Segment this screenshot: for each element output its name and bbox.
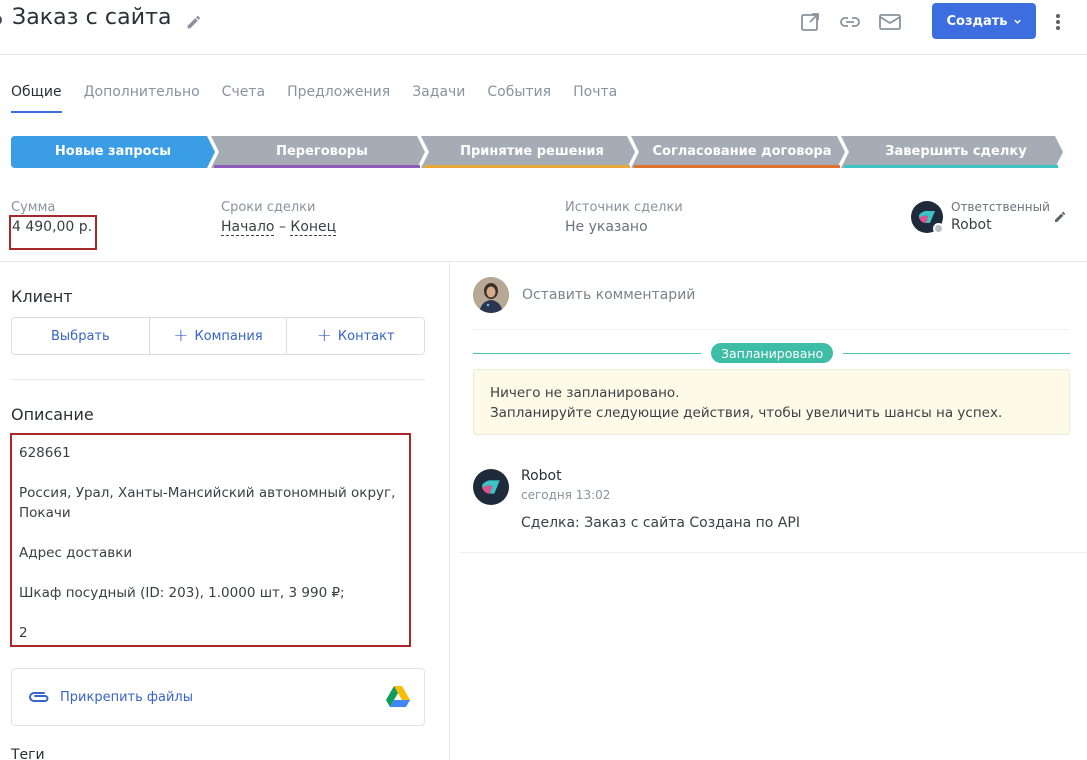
source-label: Источник сделки [565,200,683,215]
edit-owner-icon[interactable] [1052,207,1070,225]
description-line: Россия, Урал, Ханты-Мансийский автономны… [19,485,396,501]
column-divider [449,262,450,760]
description-title: Описание [11,405,94,424]
description-line: Покачи [19,505,71,521]
create-button[interactable]: Создать [932,3,1036,39]
stage-close-deal-accent [844,165,1058,168]
client-divider [11,379,425,380]
description-blank-line [19,563,402,583]
more-vertical-icon[interactable] [1050,10,1066,34]
robot-logo-icon [482,480,500,494]
event-divider [459,552,1087,553]
planned-badge: Запланировано [711,343,834,363]
tab-bar: Общие Дополнительно Счета Предложения За… [11,84,617,113]
description-blank-line [19,463,402,483]
attach-files-button[interactable]: Прикрепить файлы [11,668,425,726]
select-client-button[interactable]: Выбрать [12,318,150,354]
create-button-label: Создать [946,13,1008,29]
terms-label: Сроки сделки [221,200,316,215]
client-button-group: Выбрать + Компания + Контакт [11,317,425,355]
terms-end[interactable]: Конец [290,219,337,236]
select-client-label: Выбрать [51,328,110,344]
plus-icon: + [173,325,189,346]
event-author[interactable]: Robot [521,468,562,484]
add-company-button[interactable]: + Компания [150,318,288,354]
tab-invoices[interactable]: Счета [222,84,265,113]
title-marker [0,15,2,25]
tags-title: Теги [11,747,45,760]
event-text: Сделка: Заказ с сайта Создана по API [521,515,800,531]
terms-value: Начало – Конец [221,219,337,236]
description-line: 2 [19,625,28,641]
link-icon[interactable] [838,10,862,34]
stage-decision-accent [424,165,630,168]
stage-label: Завершить сделку [885,144,1027,159]
tab-events[interactable]: События [487,84,551,113]
tab-general[interactable]: Общие [11,84,62,113]
terms-start[interactable]: Начало [221,219,275,236]
add-contact-label: Контакт [337,328,395,344]
owner-label: Ответственный [951,200,1050,214]
sum-label: Сумма [11,200,56,215]
empty-plan-notice: Ничего не запланировано. Запланируйте сл… [473,369,1070,435]
description-blank-line [19,523,402,543]
empty-plan-line: Ничего не запланировано. [490,385,680,401]
stage-label: Принятие решения [460,144,604,159]
add-contact-button[interactable]: + Контакт [287,318,424,354]
paperclip-icon [29,692,49,702]
tab-additional[interactable]: Дополнительно [84,84,200,113]
description-line: Адрес доставки [19,545,133,561]
add-company-label: Компания [194,328,263,344]
pipeline: Новые запросы Переговоры Принятие решени… [11,136,1063,168]
terms-separator: – [278,219,286,235]
owner-name[interactable]: Robot [951,217,992,233]
page-title: Заказ с сайта [12,5,172,30]
description-line: 628661 [19,445,71,461]
comment-input[interactable]: Оставить комментарий [522,287,695,303]
comment-row: Оставить комментарий [473,277,1070,313]
header-divider [0,54,1087,55]
event-time: сегодня 13:02 [521,488,611,502]
attach-files-label: Прикрепить файлы [60,689,193,705]
comment-divider [473,329,1070,330]
description-box[interactable]: 628661 Россия, Урал, Ханты-Мансийский ав… [10,433,411,647]
owner-avatar[interactable] [911,201,944,234]
stage-negotiations-accent [214,165,420,168]
empty-plan-line: Запланируйте следующие действия, чтобы у… [490,405,1003,421]
stage-label: Согласование договора [652,144,832,159]
chevron-down-icon [1013,19,1021,24]
google-drive-icon[interactable] [386,685,410,707]
status-dot [933,223,944,234]
stage-label: Переговоры [276,144,368,159]
client-title: Клиент [11,287,73,306]
plus-icon: + [316,325,332,346]
robot-logo-icon [919,210,935,223]
description-line: Шкаф посудный (ID: 203), 1.0000 шт, 3 99… [19,585,345,601]
stage-label: Новые запросы [54,144,172,159]
mail-icon[interactable] [877,10,901,34]
description-blank-line [19,603,402,623]
tab-proposals[interactable]: Предложения [287,84,390,113]
stage-contract-accent [634,165,840,168]
tab-tasks[interactable]: Задачи [412,84,465,113]
source-value[interactable]: Не указано [565,219,648,235]
edit-icon[interactable] [184,10,206,32]
sum-value[interactable]: 4 490,00 р. [12,219,92,235]
tab-mail[interactable]: Почта [573,84,617,113]
event-avatar [473,469,509,505]
user-avatar [473,277,509,313]
info-divider [0,261,1087,262]
external-link-icon[interactable] [798,10,822,34]
